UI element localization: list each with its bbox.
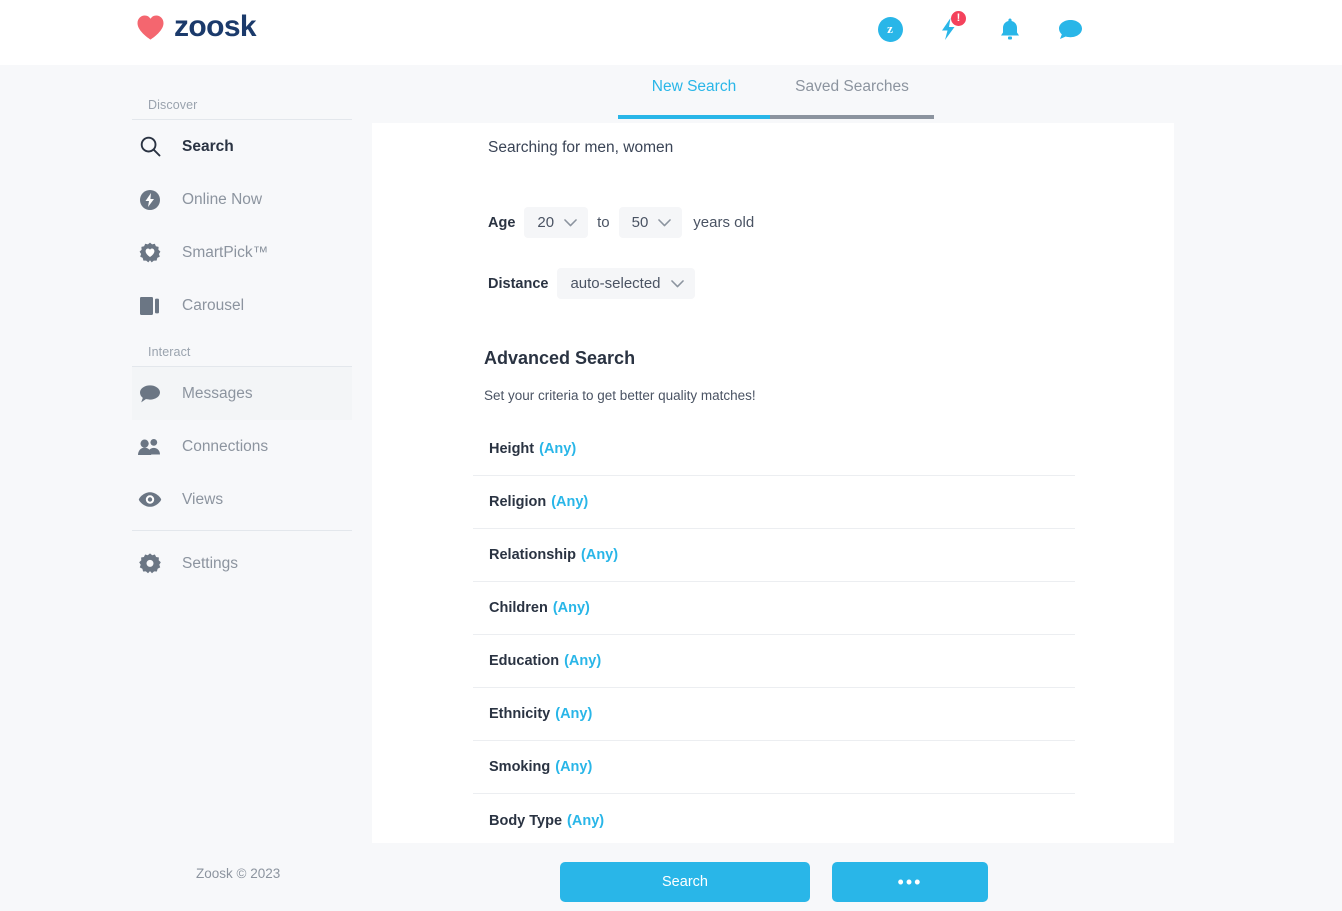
sidebar-item-carousel[interactable]: Carousel [132,279,352,332]
age-min-select[interactable]: 20 [524,207,589,238]
advanced-search-subtitle: Set your criteria to get better quality … [484,388,756,403]
criteria-name: Ethnicity [489,706,551,722]
criteria-value: (Any) [555,706,593,722]
chevron-down-icon [564,218,577,227]
search-panel: Searching for men, women Age 20 to 50 ye… [372,123,1174,843]
distance-select[interactable]: auto-selected [557,268,695,299]
chat-bubble-icon [1058,19,1082,39]
sidebar-item-label: Online Now [182,190,263,208]
criteria-row-children[interactable]: Children (Any) [473,582,1075,635]
criteria-name: Children [489,600,548,616]
tab-active-underline [618,115,770,119]
age-min-value: 20 [537,214,555,231]
sidebar-item-label: Connections [182,437,269,455]
criteria-value: (Any) [539,441,577,457]
criteria-value: (Any) [551,494,589,510]
criteria-value: (Any) [555,759,593,775]
criteria-name: Religion [489,494,547,510]
sidebar-divider [132,530,352,531]
sidebar-item-label: SmartPick™ [182,243,269,261]
alert-badge: ! [951,11,966,26]
profile-avatar[interactable]: z [873,12,907,46]
sidebar-item-views[interactable]: Views [132,473,352,526]
tab-label: New Search [651,78,737,95]
bell-icon [1001,18,1019,40]
criteria-value: (Any) [581,547,619,563]
sidebar-group-interact: Interact [132,345,352,367]
criteria-row-smoking[interactable]: Smoking (Any) [473,741,1075,794]
tab-inactive-underline [770,115,934,119]
chevron-down-icon [658,218,672,227]
notifications-bell-icon[interactable] [993,12,1027,46]
sidebar-item-label: Search [182,137,234,155]
sidebar-item-label: Carousel [182,296,245,314]
age-filter-row: Age 20 to 50 years old [488,207,754,238]
tab-label: Saved Searches [795,78,909,95]
header-icon-group: z ! [873,11,1087,46]
criteria-name: Height [489,441,535,457]
app-header: zoosk z ! [0,0,1342,65]
people-icon [138,435,162,459]
gear-icon [138,552,162,576]
footer-copyright: Zoosk © 2023 [196,866,281,881]
criteria-row-body-type[interactable]: Body Type (Any) [473,794,1075,847]
search-button[interactable]: Search [560,862,810,902]
advanced-search-title: Advanced Search [484,348,636,368]
lightning-circle-icon [138,188,162,212]
sidebar-item-smartpick[interactable]: SmartPick™ [132,226,352,279]
criteria-row-education[interactable]: Education (Any) [473,635,1075,688]
messages-chat-icon[interactable] [1053,12,1087,46]
eye-icon [138,488,162,512]
sidebar-item-messages[interactable]: Messages [132,367,352,420]
criteria-name: Body Type [489,812,563,829]
distance-filter-row: Distance auto-selected [488,268,695,299]
age-label: Age [488,214,516,231]
chevron-down-icon [670,279,684,288]
sidebar-group-interact-label: Interact [132,345,352,367]
sidebar-group-discover-label: Discover [132,98,352,120]
heart-gear-icon [138,241,162,265]
criteria-row-height[interactable]: Height (Any) [473,423,1075,476]
criteria-value: (Any) [564,653,602,669]
search-icon [138,135,162,159]
sidebar-item-label: Messages [182,384,253,402]
criteria-value: (Any) [567,812,605,829]
criteria-name: Education [489,653,560,669]
sidebar-item-search[interactable]: Search [132,120,352,173]
main-sidebar: Discover Search Online Now SmartPick™ Ca… [132,98,352,590]
criteria-row-religion[interactable]: Religion (Any) [473,476,1075,529]
heart-logo-icon [137,15,164,39]
criteria-row-ethnicity[interactable]: Ethnicity (Any) [473,688,1075,741]
criteria-row-relationship[interactable]: Relationship (Any) [473,529,1075,582]
sidebar-item-label: Views [182,490,224,508]
sidebar-item-online-now[interactable]: Online Now [132,173,352,226]
sidebar-item-settings[interactable]: Settings [132,537,352,590]
advanced-criteria-list: Height (Any) Religion (Any) Relationship… [473,423,1075,847]
age-max-value: 50 [631,214,649,231]
criteria-name: Relationship [489,547,577,563]
zoosk-logo[interactable]: zoosk [137,10,257,44]
more-options-button[interactable]: ••• [832,862,988,902]
boost-lightning-icon[interactable]: ! [933,11,967,46]
sidebar-item-connections[interactable]: Connections [132,420,352,473]
age-suffix-label: years old [693,214,755,231]
age-to-label: to [597,214,610,231]
logo-wordmark: zoosk [174,10,257,43]
chat-bubble-icon [138,382,162,406]
criteria-name: Smoking [489,759,551,775]
carousel-cards-icon [138,294,162,318]
distance-label: Distance [488,275,549,292]
distance-value: auto-selected [570,275,661,292]
sidebar-item-label: Settings [182,554,239,572]
criteria-value: (Any) [552,600,590,616]
avatar-initial: z [877,16,903,42]
searching-for-text: Searching for men, women [488,139,674,156]
age-max-select[interactable]: 50 [618,207,683,238]
